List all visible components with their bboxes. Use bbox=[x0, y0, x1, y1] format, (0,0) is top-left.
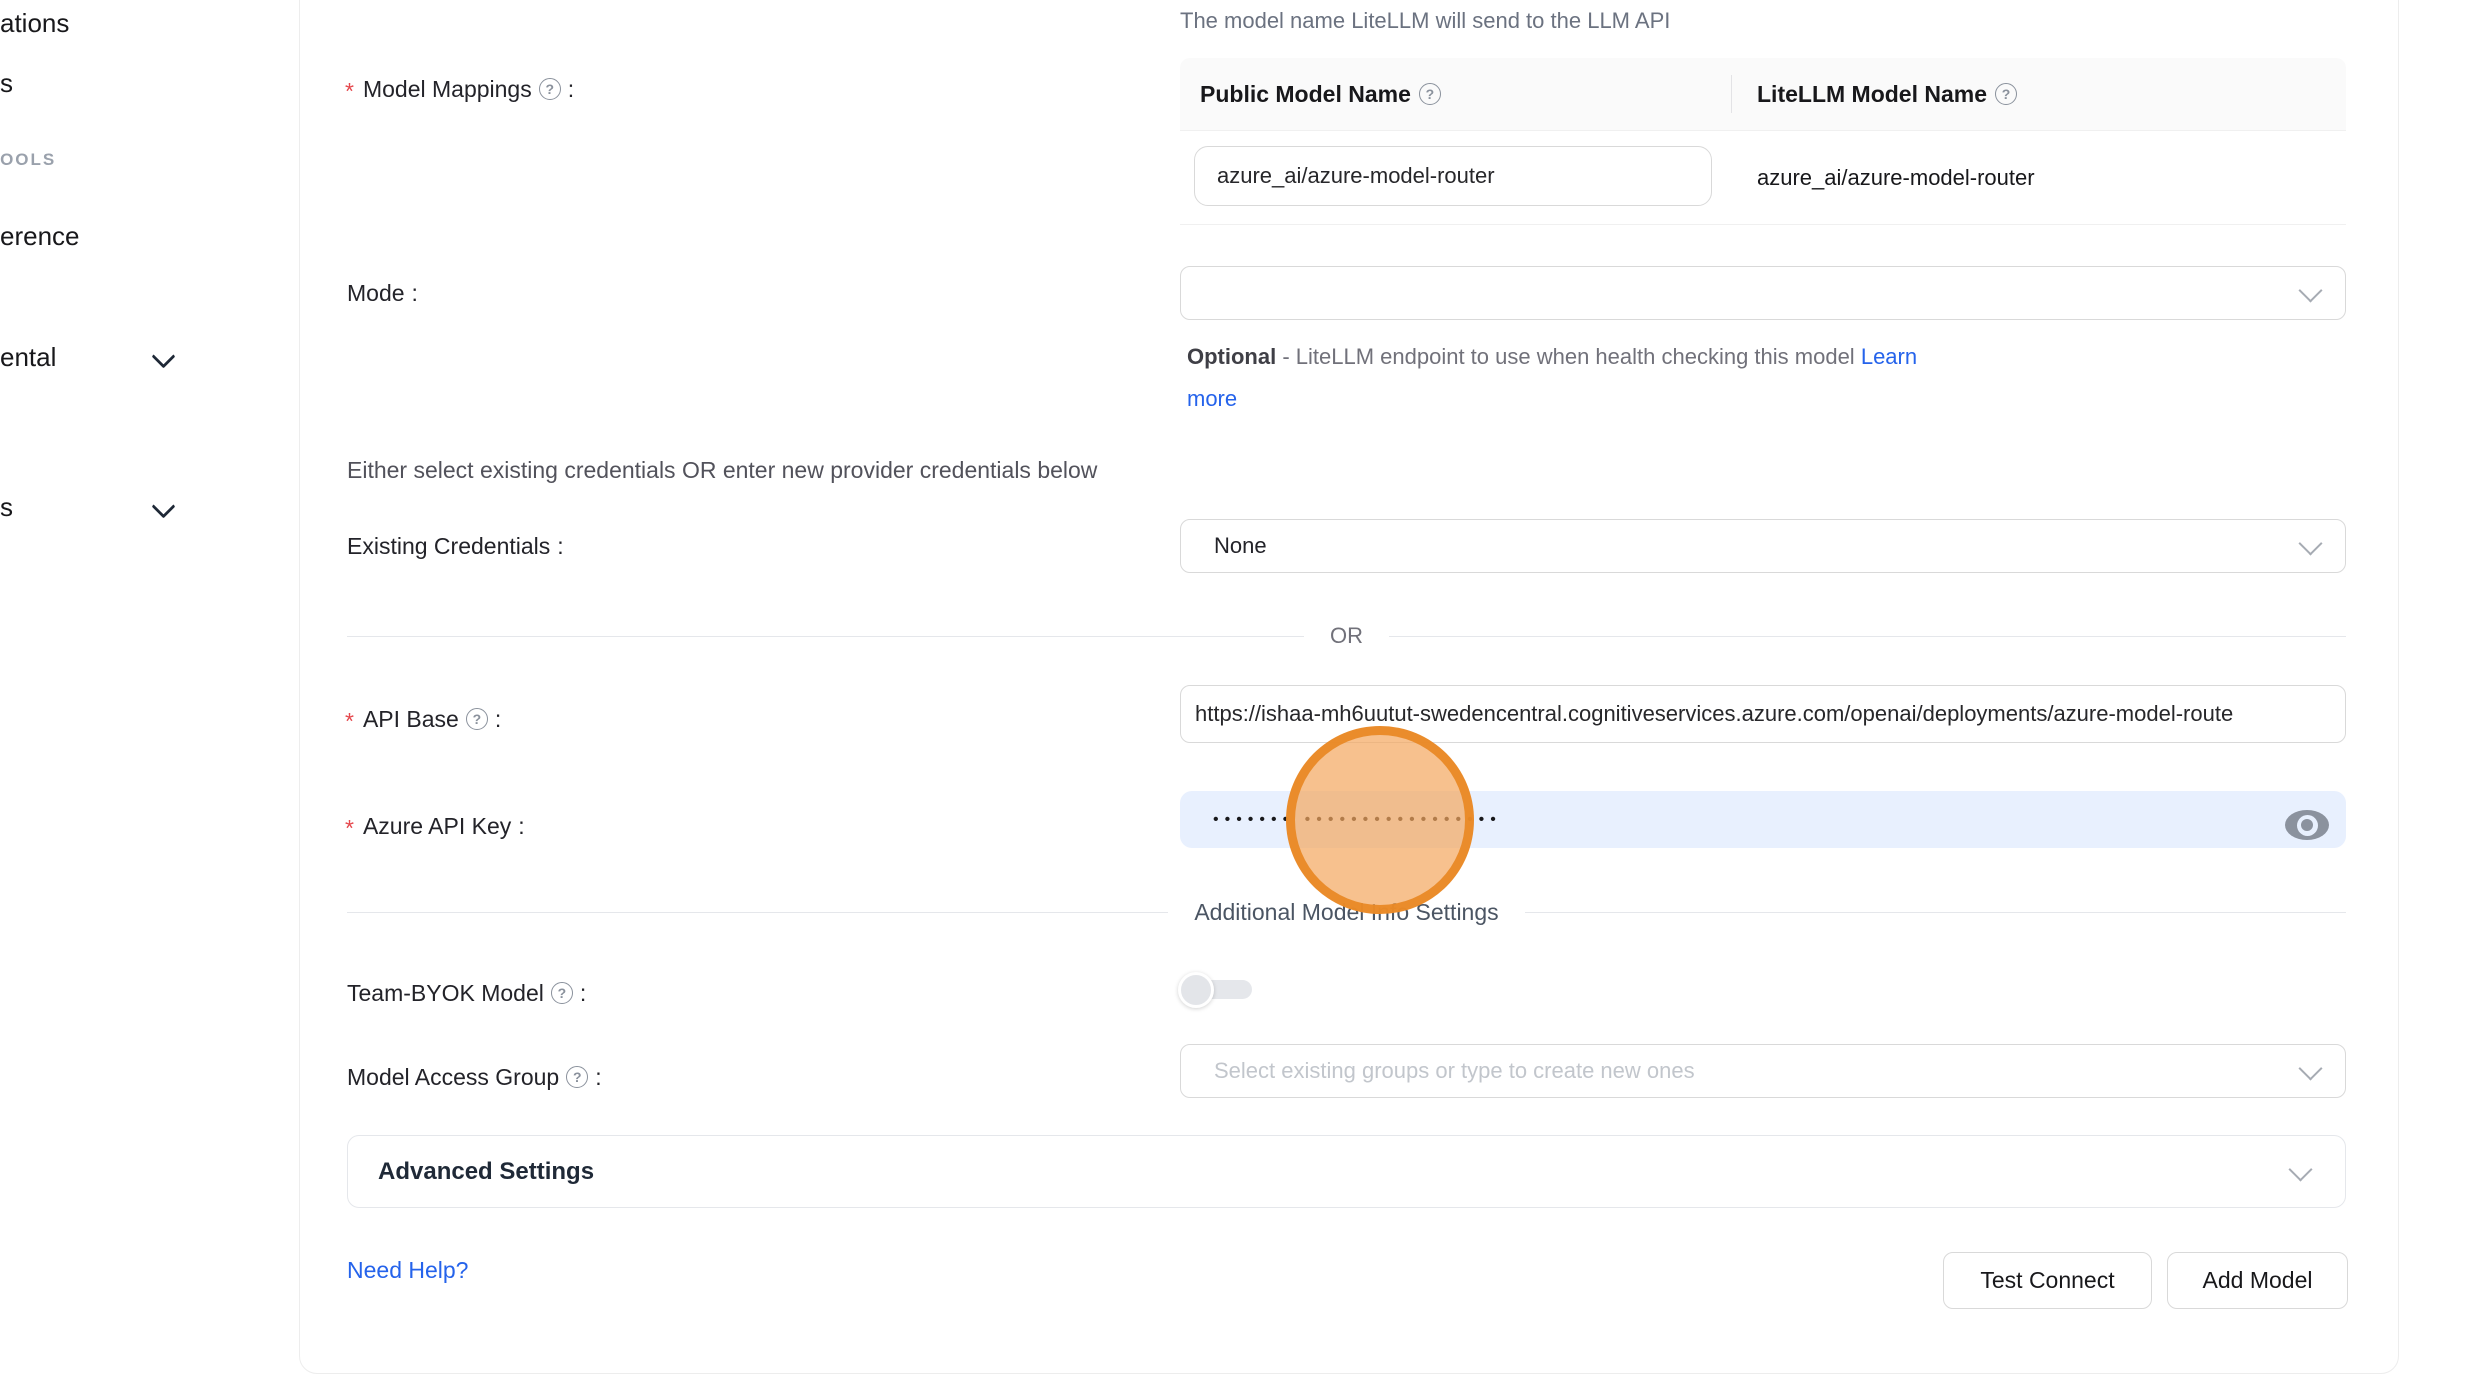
help-icon[interactable] bbox=[566, 1066, 588, 1088]
sidebar-item-organizations[interactable]: ations bbox=[0, 8, 69, 39]
advanced-settings-panel[interactable]: Advanced Settings bbox=[347, 1135, 2346, 1208]
required-asterisk bbox=[345, 702, 356, 736]
azure-api-key-label: Azure API Key bbox=[345, 809, 525, 843]
public-model-name-input[interactable]: azure_ai/azure-model-router bbox=[1194, 146, 1712, 206]
column-divider bbox=[1731, 75, 1732, 113]
sidebar-item-api-reference[interactable]: erence bbox=[0, 221, 80, 252]
help-icon[interactable] bbox=[539, 78, 561, 100]
test-connect-button[interactable]: Test Connect bbox=[1943, 1252, 2152, 1309]
model-access-group-select[interactable]: Select existing groups or type to create… bbox=[1180, 1044, 2346, 1098]
chevron-down-icon bbox=[2288, 1157, 2312, 1181]
click-indicator bbox=[1286, 726, 1474, 914]
required-asterisk bbox=[345, 72, 356, 106]
model-name-hint: The model name LiteLLM will send to the … bbox=[1180, 8, 1670, 34]
help-icon[interactable] bbox=[1995, 83, 2017, 105]
team-byok-label: Team-BYOK Model bbox=[347, 976, 586, 1010]
credentials-note: Either select existing credentials OR en… bbox=[347, 457, 1097, 484]
chevron-down-icon bbox=[2298, 278, 2322, 302]
table-row: azure_ai/azure-model-router azure_ai/azu… bbox=[1180, 131, 2346, 225]
mode-help-text-line2: more bbox=[1187, 386, 1237, 412]
chevron-down-icon[interactable] bbox=[151, 344, 175, 368]
api-base-label: API Base bbox=[345, 702, 501, 736]
eye-icon[interactable] bbox=[2285, 810, 2329, 840]
sidebar-item[interactable]: s bbox=[0, 68, 13, 99]
sidebar-item-experimental[interactable]: ental bbox=[0, 342, 56, 373]
help-icon[interactable] bbox=[466, 708, 488, 730]
toggle-knob bbox=[1178, 972, 1214, 1008]
add-model-page: ations s TOOLS erence ental s The model … bbox=[0, 0, 2477, 1385]
help-icon[interactable] bbox=[1419, 83, 1441, 105]
mode-help-text: Optional - LiteLLM endpoint to use when … bbox=[1187, 344, 1917, 370]
or-divider: OR bbox=[347, 622, 2346, 650]
existing-credentials-label: Existing Credentials bbox=[347, 529, 564, 563]
need-help-link[interactable]: Need Help? bbox=[347, 1257, 468, 1284]
chevron-down-icon[interactable] bbox=[151, 494, 175, 518]
existing-credentials-select[interactable]: None bbox=[1180, 519, 2346, 573]
sidebar-item-settings[interactable]: s bbox=[0, 492, 13, 523]
add-model-button[interactable]: Add Model bbox=[2167, 1252, 2348, 1309]
model-mappings-table: Public Model Name LiteLLM Model Name azu… bbox=[1180, 58, 2346, 225]
help-icon[interactable] bbox=[551, 982, 573, 1004]
learn-more-link[interactable]: more bbox=[1187, 386, 1237, 411]
model-access-group-label: Model Access Group bbox=[347, 1060, 602, 1094]
model-mappings-label: Model Mappings bbox=[345, 72, 574, 106]
litellm-model-name-value: azure_ai/azure-model-router bbox=[1757, 131, 2035, 224]
table-header: Public Model Name LiteLLM Model Name bbox=[1180, 58, 2346, 131]
required-asterisk bbox=[345, 809, 356, 843]
column-header-public-model-name: Public Model Name bbox=[1180, 81, 1733, 108]
chevron-down-icon bbox=[2298, 531, 2322, 555]
chevron-down-icon bbox=[2298, 1056, 2322, 1080]
learn-more-link[interactable]: Learn bbox=[1861, 344, 1917, 369]
mode-label: Mode bbox=[347, 276, 418, 310]
mode-select[interactable] bbox=[1180, 266, 2346, 320]
column-header-litellm-model-name: LiteLLM Model Name bbox=[1733, 81, 2346, 108]
sidebar-section-tools: TOOLS bbox=[0, 150, 56, 170]
